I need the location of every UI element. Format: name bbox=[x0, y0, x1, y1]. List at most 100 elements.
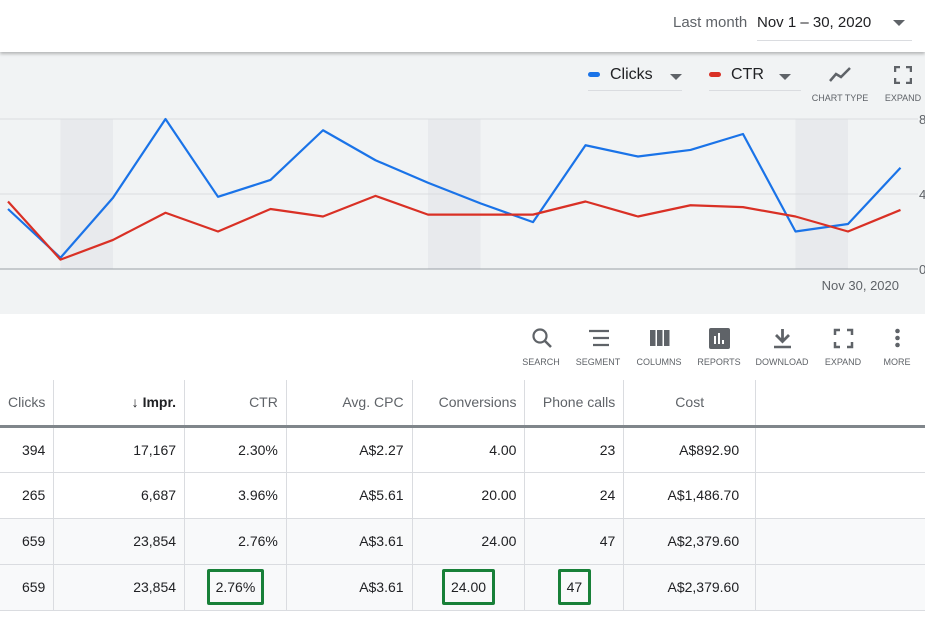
column-label: CTR bbox=[249, 394, 278, 411]
table-cell: 265 bbox=[0, 472, 55, 519]
table-row: 265 6,687 3.96% A$5.61 20.00 24 A$1,486.70 bbox=[0, 472, 925, 519]
cell-value: 3.96% bbox=[238, 487, 278, 503]
cell-value: 23,854 bbox=[133, 579, 177, 595]
date-range-label: Last month bbox=[673, 14, 748, 31]
y-tick-label: 4 bbox=[919, 187, 925, 202]
cell-value: 17,167 bbox=[133, 441, 177, 458]
performance-chart: 8 4 0 Nov 30, 2020 bbox=[0, 112, 925, 293]
table-cell: 394 bbox=[0, 426, 55, 473]
column-label: Impr. bbox=[142, 394, 177, 411]
x-axis-end-label: Nov 30, 2020 bbox=[822, 278, 899, 293]
cell-value: 23 bbox=[599, 441, 616, 458]
chevron-down-icon[interactable] bbox=[893, 20, 905, 26]
cell-value: 47 bbox=[599, 533, 616, 549]
table-cell: 23,854 bbox=[53, 564, 186, 611]
table-cell: A$5.61 bbox=[286, 472, 413, 519]
cell-value: 20.00 bbox=[481, 487, 517, 503]
table-cell: 24.00 bbox=[412, 518, 526, 565]
row-filler bbox=[755, 518, 925, 565]
reports-button[interactable]: REPORTS bbox=[684, 357, 754, 367]
cell-value: 265 bbox=[21, 487, 46, 503]
column-label: Cost bbox=[675, 394, 705, 411]
cell-value: 394 bbox=[21, 441, 46, 458]
table-cell: 23 bbox=[524, 426, 625, 473]
row-filler bbox=[755, 472, 925, 519]
columns-icon[interactable] bbox=[648, 327, 671, 350]
cell-value: A$3.61 bbox=[359, 579, 404, 595]
column-header-clicks[interactable]: Clicks bbox=[0, 380, 55, 428]
cell-value: A$2,379.60 bbox=[667, 533, 740, 549]
search-icon[interactable] bbox=[530, 327, 553, 350]
segment-icon[interactable] bbox=[587, 327, 610, 350]
more-vert-icon[interactable] bbox=[886, 327, 909, 350]
table-cell: A$2,379.60 bbox=[623, 564, 757, 611]
y-tick-label: 0 bbox=[919, 262, 925, 277]
segment-button[interactable]: SEGMENT bbox=[563, 357, 633, 367]
table-cell: 659 bbox=[0, 518, 55, 565]
cell-value: 2.76% bbox=[238, 533, 278, 549]
table-cell: 659 bbox=[0, 564, 55, 611]
cell-value: A$2.27 bbox=[359, 441, 404, 458]
table-cell: 24 bbox=[524, 472, 625, 519]
table-cell: A$2,379.60 bbox=[623, 518, 757, 565]
more-button[interactable]: MORE bbox=[862, 357, 925, 367]
table-cell: A$1,486.70 bbox=[623, 472, 757, 519]
data-table: Clicks ↓ Impr. CTR Avg. CPC Conversions Phone… bbox=[0, 380, 925, 611]
table-cell: 2.76% bbox=[184, 518, 287, 565]
cell-value: 659 bbox=[21, 579, 46, 595]
table-cell: 6,687 bbox=[53, 472, 186, 519]
cell-value: 4.00 bbox=[489, 441, 517, 458]
date-range-selector[interactable]: Nov 1 – 30, 2020 bbox=[757, 14, 871, 31]
table-cell: A$892.90 bbox=[623, 426, 757, 473]
download-icon[interactable] bbox=[771, 327, 794, 350]
column-label: Avg. CPC bbox=[342, 394, 404, 411]
row-filler bbox=[755, 564, 925, 611]
cell-value: 2.30% bbox=[238, 441, 278, 458]
table-row: 659 23,854 2.76% A$3.61 24.00 47 A$2,379.60 bbox=[0, 518, 925, 565]
table-cell: 17,167 bbox=[53, 426, 186, 473]
table-cell: 2.30% bbox=[184, 426, 287, 473]
cell-value: A$3.61 bbox=[359, 533, 404, 549]
cell-value: 23,854 bbox=[133, 533, 177, 549]
y-tick-label: 8 bbox=[919, 112, 925, 127]
cell-value: A$2,379.60 bbox=[667, 579, 740, 595]
column-label: Phone calls bbox=[542, 394, 616, 411]
table-cell: 3.96% bbox=[184, 472, 287, 519]
table-cell: 2.76% bbox=[184, 564, 287, 611]
cell-value: 6,687 bbox=[140, 487, 177, 503]
date-range-bar: Last month Nov 1 – 30, 2020 bbox=[0, 0, 925, 52]
column-header-conversions[interactable]: Conversions bbox=[412, 380, 526, 428]
row-filler bbox=[755, 426, 925, 473]
cell-value: A$1,486.70 bbox=[667, 487, 740, 503]
table-cell: A$3.61 bbox=[286, 518, 413, 565]
column-header-cost[interactable]: Cost bbox=[623, 380, 757, 428]
cell-value: 24.00 bbox=[481, 533, 517, 549]
table-row: 394 17,167 2.30% A$2.27 4.00 23 A$892.90 bbox=[0, 426, 925, 473]
highlighted-cell-value: 24.00 bbox=[441, 569, 496, 605]
table-cell: 20.00 bbox=[412, 472, 526, 519]
expand-icon[interactable] bbox=[832, 327, 855, 350]
table-cell: 23,854 bbox=[53, 518, 186, 565]
highlighted-cell-value: 47 bbox=[557, 569, 592, 605]
table-cell: A$3.61 bbox=[286, 564, 413, 611]
cell-value: A$5.61 bbox=[359, 487, 404, 503]
cell-value: 659 bbox=[21, 533, 46, 549]
sort-desc-icon: ↓ bbox=[131, 394, 143, 411]
date-underline bbox=[757, 40, 912, 41]
column-header-phone-calls[interactable]: Phone calls bbox=[524, 380, 625, 428]
table-cell: A$2.27 bbox=[286, 426, 413, 473]
column-label: Clicks bbox=[8, 394, 46, 411]
download-button[interactable]: DOWNLOAD bbox=[747, 357, 817, 367]
reports-icon[interactable] bbox=[708, 327, 731, 350]
highlighted-cell-value: 2.76% bbox=[206, 569, 265, 605]
table-cell: 24.00 bbox=[412, 564, 526, 611]
column-header-avg-cpc[interactable]: Avg. CPC bbox=[286, 380, 413, 428]
cell-value: A$892.90 bbox=[679, 441, 740, 458]
table-row: 659 23,854 2.76% A$3.61 24.00 47 A$2,379.60 bbox=[0, 564, 925, 611]
column-header-ctr[interactable]: CTR bbox=[184, 380, 287, 428]
cell-value: 24 bbox=[599, 487, 616, 503]
header-filler bbox=[755, 380, 925, 428]
column-header-impr-[interactable]: ↓ Impr. bbox=[53, 380, 186, 428]
column-label: Conversions bbox=[438, 394, 517, 411]
table-cell: 4.00 bbox=[412, 426, 526, 473]
